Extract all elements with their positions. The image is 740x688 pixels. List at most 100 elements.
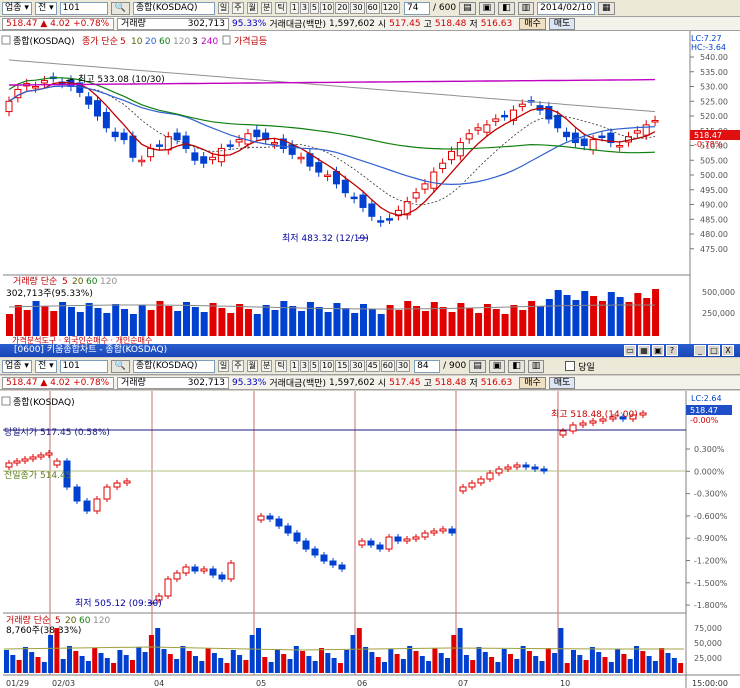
code-input-2[interactable]: 101: [59, 359, 108, 373]
sector-select[interactable]: 업종 ▾: [2, 1, 32, 15]
volume-bar-2: [665, 653, 671, 673]
daily-chart[interactable]: 종합(KOSDAQ) 종가 단순 5 10 20 60 120 3 240 가격…: [0, 31, 740, 344]
period-month-button-2[interactable]: 월: [246, 360, 258, 372]
grid-icon[interactable]: ▦: [638, 345, 650, 356]
candle-2: [73, 486, 81, 502]
y-tick-label: 475.00: [700, 245, 728, 254]
volume-box: 거래량 302,713: [117, 17, 229, 30]
volume-bar-2: [218, 658, 224, 673]
period-min-button-2[interactable]: 분: [260, 360, 273, 372]
open-value-2: 517.45: [389, 377, 421, 388]
y-tick-label: 500.00: [700, 171, 728, 180]
candle-2: [302, 540, 310, 550]
today-checkbox[interactable]: [565, 361, 576, 371]
maximize-icon[interactable]: □: [708, 345, 720, 356]
period-month-button[interactable]: 월: [246, 2, 258, 14]
date-field[interactable]: 2014/02/10: [537, 1, 596, 15]
volume-bar-2: [344, 650, 350, 673]
volume-bar-2: [470, 660, 476, 673]
buy-button[interactable]: 매수: [519, 17, 546, 30]
period-day-button[interactable]: 일: [217, 2, 230, 14]
volume-bar-2: [67, 646, 72, 673]
candle-2: [522, 464, 530, 468]
period-tick-button[interactable]: 틱: [275, 2, 287, 14]
volume-bar-2: [652, 661, 658, 673]
interval-btn-1[interactable]: 3: [299, 2, 309, 14]
tool-icon-b[interactable]: ▣: [478, 1, 496, 15]
candle: [518, 103, 526, 108]
interval-btn-7[interactable]: 120: [380, 2, 401, 14]
calendar-icon[interactable]: ▦: [598, 1, 615, 15]
volume-bar: [351, 313, 359, 336]
candle: [182, 135, 190, 149]
volume-bar-2: [608, 662, 614, 673]
legend-checkbox-icon[interactable]: [222, 35, 231, 45]
tile-icon[interactable]: ▭: [624, 345, 636, 356]
mode-select[interactable]: 전 ▾: [34, 1, 57, 15]
interval-btn-2[interactable]: 5: [309, 2, 319, 14]
tool-icon-e[interactable]: ▤: [469, 359, 486, 373]
period-week-button[interactable]: 주: [232, 2, 244, 14]
candle: [492, 118, 500, 122]
period-min-button[interactable]: 분: [260, 2, 273, 14]
mode-select-2[interactable]: 전 ▾: [34, 359, 57, 373]
mode-label: 전: [37, 2, 47, 13]
candle-2: [358, 540, 366, 546]
tool-icon-d[interactable]: ▥: [517, 1, 535, 15]
interval2-btn-1[interactable]: 3: [299, 360, 309, 372]
period-tick-button-2[interactable]: 틱: [275, 360, 287, 372]
interval2-btn-8[interactable]: 30: [395, 360, 411, 372]
sell-button[interactable]: 매도: [548, 17, 576, 30]
candle: [226, 144, 234, 147]
code-input[interactable]: 101: [59, 1, 108, 15]
tool-icon-f[interactable]: ▣: [488, 359, 506, 373]
minimize-icon[interactable]: _: [694, 345, 706, 356]
close-icon[interactable]: X: [722, 345, 734, 356]
pin-icon[interactable]: ▣: [652, 345, 664, 356]
volume-bar: [545, 299, 553, 336]
candle: [580, 138, 588, 147]
volume-bar: [59, 302, 67, 336]
interval2-btn-3[interactable]: 10: [320, 360, 335, 372]
volume-bar: [466, 308, 474, 336]
help-icon[interactable]: ?: [666, 345, 678, 356]
volume-bar: [298, 311, 306, 336]
tool-icon-a[interactable]: ▤: [459, 1, 476, 15]
sector-select-2[interactable]: 업종 ▾: [2, 359, 32, 373]
candle-2: [559, 430, 567, 436]
tool-icon-c[interactable]: ◧: [498, 1, 515, 15]
today-label: 당일: [578, 362, 595, 373]
daily-legend-ma: 종가 단순: [82, 36, 118, 47]
volume-bar-2: [558, 628, 564, 673]
vol-legend: 거래량 단순: [13, 275, 57, 287]
tool-icon-g[interactable]: ◧: [508, 359, 525, 373]
pane-menu-icon[interactable]: [1, 35, 11, 45]
interval2-btn-4[interactable]: 15: [335, 360, 350, 372]
candle: [253, 129, 261, 138]
interval-btn-4[interactable]: 20: [335, 2, 350, 14]
interval2-btn-5[interactable]: 30: [350, 360, 365, 372]
intraday-chart[interactable]: 종합(KOSDAQ) LC:2.64 518.47 -0.00% 0.300% 0…: [0, 391, 740, 688]
tool-icon-h[interactable]: ▥: [527, 359, 545, 373]
interval2-btn-0[interactable]: 1: [289, 360, 299, 372]
count-input[interactable]: 74: [404, 1, 431, 15]
open-label-2: 시: [377, 379, 387, 389]
pane-menu-icon-2[interactable]: [1, 396, 11, 406]
interval2-btn-7[interactable]: 60: [380, 360, 395, 372]
volume-bar-2: [155, 628, 161, 673]
interval2-btn-2[interactable]: 5: [309, 360, 319, 372]
interval-btn-3[interactable]: 10: [320, 2, 335, 14]
period-week-button-2[interactable]: 주: [232, 360, 244, 372]
search-icon[interactable]: 🔍: [110, 1, 130, 15]
sell-button-2[interactable]: 매도: [548, 376, 576, 389]
search-icon-2[interactable]: 🔍: [110, 359, 130, 373]
interval-btn-0[interactable]: 1: [289, 2, 299, 14]
interval2-btn-6[interactable]: 45: [365, 360, 380, 372]
interval-btn-5[interactable]: 30: [350, 2, 365, 14]
interval-btn-6[interactable]: 60: [365, 2, 380, 14]
volume-bar: [448, 312, 456, 336]
period-day-button-2[interactable]: 일: [217, 360, 230, 372]
count-input-2[interactable]: 84: [414, 359, 441, 373]
buy-button-2[interactable]: 매수: [519, 376, 546, 389]
chart-window-titlebar[interactable]: [0600] 키움종합차트 - 종합(KOSDAQ) ▭ ▦ ▣ ? _ □ X: [0, 344, 740, 357]
